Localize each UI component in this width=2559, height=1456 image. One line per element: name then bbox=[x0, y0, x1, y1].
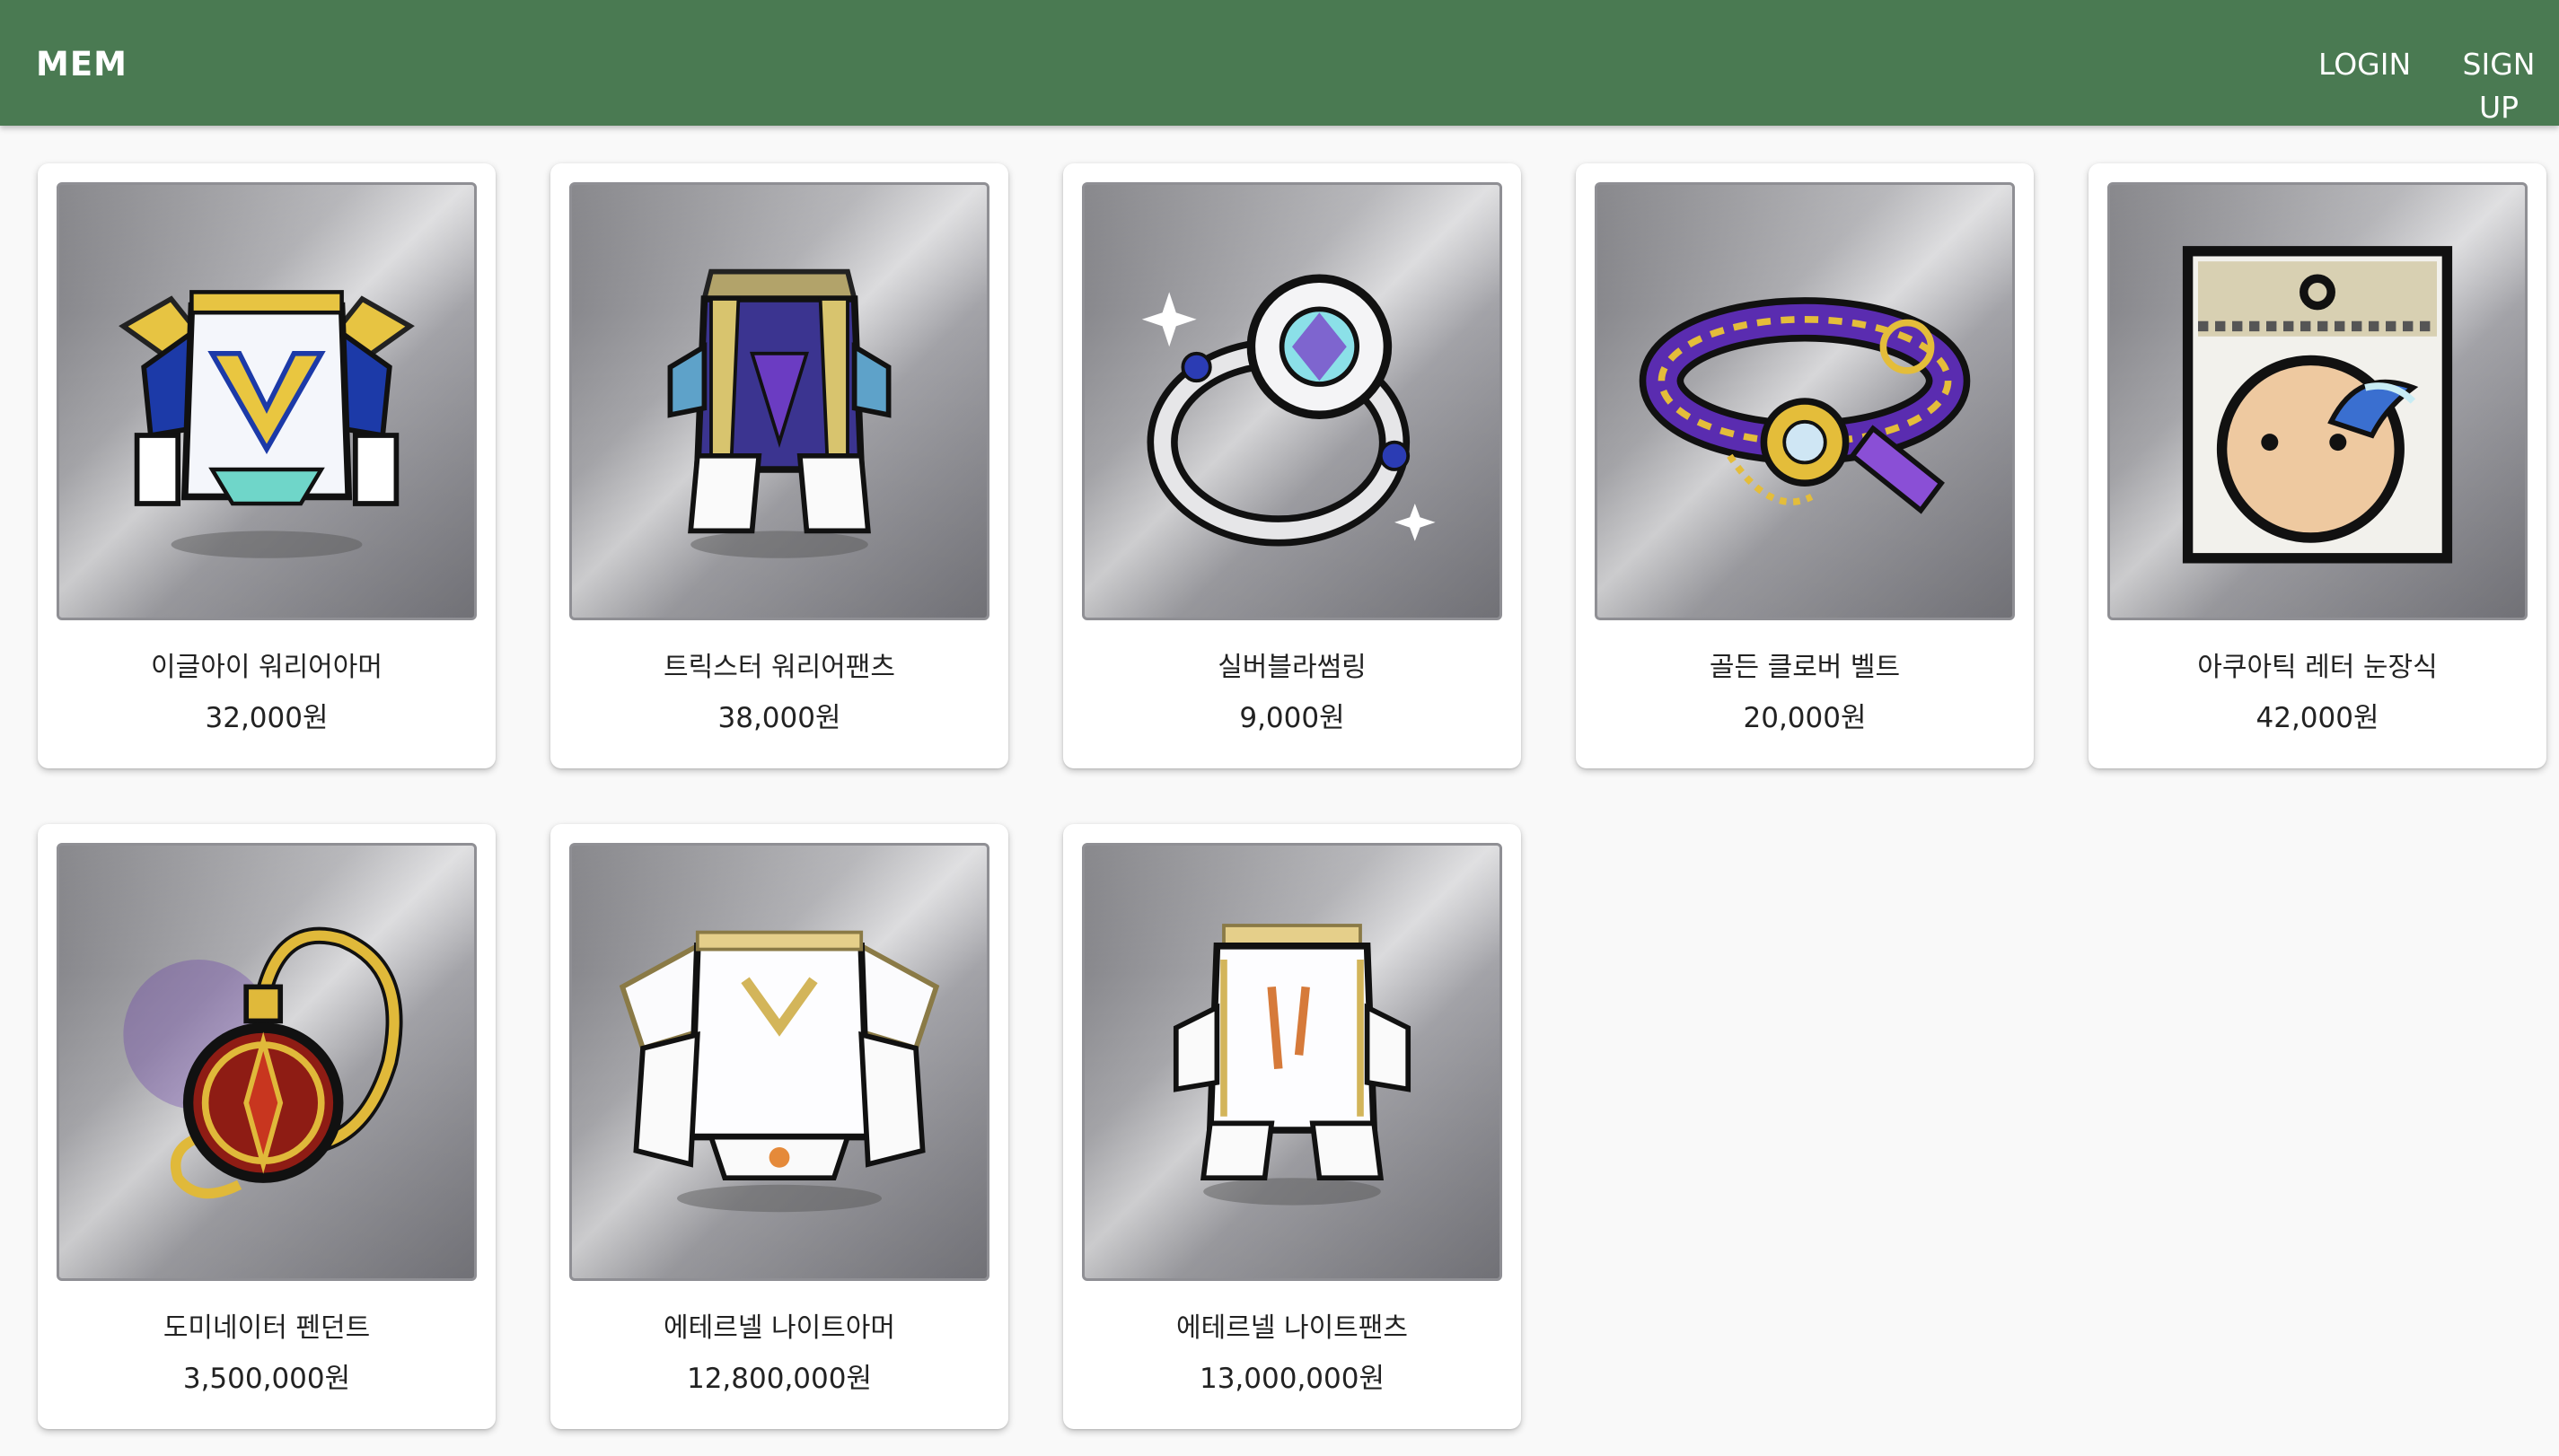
product-name: 아쿠아틱 레터 눈장식 bbox=[2197, 652, 2438, 683]
product-card[interactable]: 골든 클로버 벨트 20,000원 bbox=[1576, 163, 2034, 768]
product-card[interactable]: 이글아이 워리어아머 32,000원 bbox=[38, 163, 496, 768]
product-image bbox=[57, 843, 477, 1281]
product-price: 20,000원 bbox=[1743, 702, 1867, 734]
product-card[interactable]: 트릭스터 워리어팬츠 38,000원 bbox=[550, 163, 1008, 768]
product-card[interactable]: 아쿠아틱 레터 눈장식 42,000원 bbox=[2089, 163, 2546, 768]
product-name: 도미네이터 펜던트 bbox=[163, 1312, 371, 1344]
brand-logo[interactable]: MEM bbox=[36, 43, 128, 86]
product-price: 38,000원 bbox=[717, 702, 841, 734]
product-name: 실버블라썸링 bbox=[1218, 652, 1367, 683]
belt-icon bbox=[1639, 297, 1971, 514]
product-image bbox=[57, 182, 477, 620]
eye-accessory-icon bbox=[2182, 246, 2453, 564]
product-price: 42,000원 bbox=[2256, 702, 2379, 734]
product-name: 에테르넬 나이트팬츠 bbox=[1176, 1312, 1408, 1344]
product-price: 12,800,000원 bbox=[686, 1363, 872, 1395]
signup-button[interactable]: SIGN UP bbox=[2439, 43, 2559, 129]
product-price: 3,500,000원 bbox=[182, 1363, 351, 1395]
product-card[interactable]: 실버블라썸링 9,000원 bbox=[1063, 163, 1521, 768]
pendant-icon bbox=[123, 926, 403, 1199]
product-image bbox=[569, 843, 989, 1281]
product-name: 에테르넬 나이트아머 bbox=[664, 1312, 895, 1344]
product-card[interactable]: 도미네이터 펜던트 3,500,000원 bbox=[38, 824, 496, 1429]
armor-icon bbox=[619, 930, 940, 1213]
product-image bbox=[1595, 182, 2015, 620]
product-image bbox=[1082, 843, 1502, 1281]
product-image bbox=[1082, 182, 1502, 620]
product-price: 9,000원 bbox=[1239, 702, 1345, 734]
product-card[interactable]: 에테르넬 나이트팬츠 13,000,000원 bbox=[1063, 824, 1521, 1429]
pants-icon bbox=[1173, 924, 1411, 1206]
product-price: 32,000원 bbox=[205, 702, 329, 734]
product-image bbox=[2107, 182, 2528, 620]
product-name: 골든 클로버 벨트 bbox=[1709, 652, 1901, 683]
armor-icon bbox=[119, 290, 415, 558]
product-card[interactable]: 에테르넬 나이트아머 12,800,000원 bbox=[550, 824, 1008, 1429]
product-grid: 이글아이 워리어아머 32,000원 트릭스터 워리어팬츠 38,000원 실버… bbox=[38, 163, 2546, 1429]
ring-icon bbox=[1141, 274, 1436, 547]
product-image bbox=[569, 182, 989, 620]
app-bar: MEM LOGIN SIGN UP bbox=[0, 0, 2559, 126]
product-price: 13,000,000원 bbox=[1199, 1363, 1385, 1395]
product-name: 이글아이 워리어아머 bbox=[151, 652, 383, 683]
pants-icon bbox=[667, 268, 892, 558]
login-button[interactable]: LOGIN bbox=[2318, 43, 2411, 86]
product-name: 트릭스터 워리어팬츠 bbox=[664, 652, 895, 683]
